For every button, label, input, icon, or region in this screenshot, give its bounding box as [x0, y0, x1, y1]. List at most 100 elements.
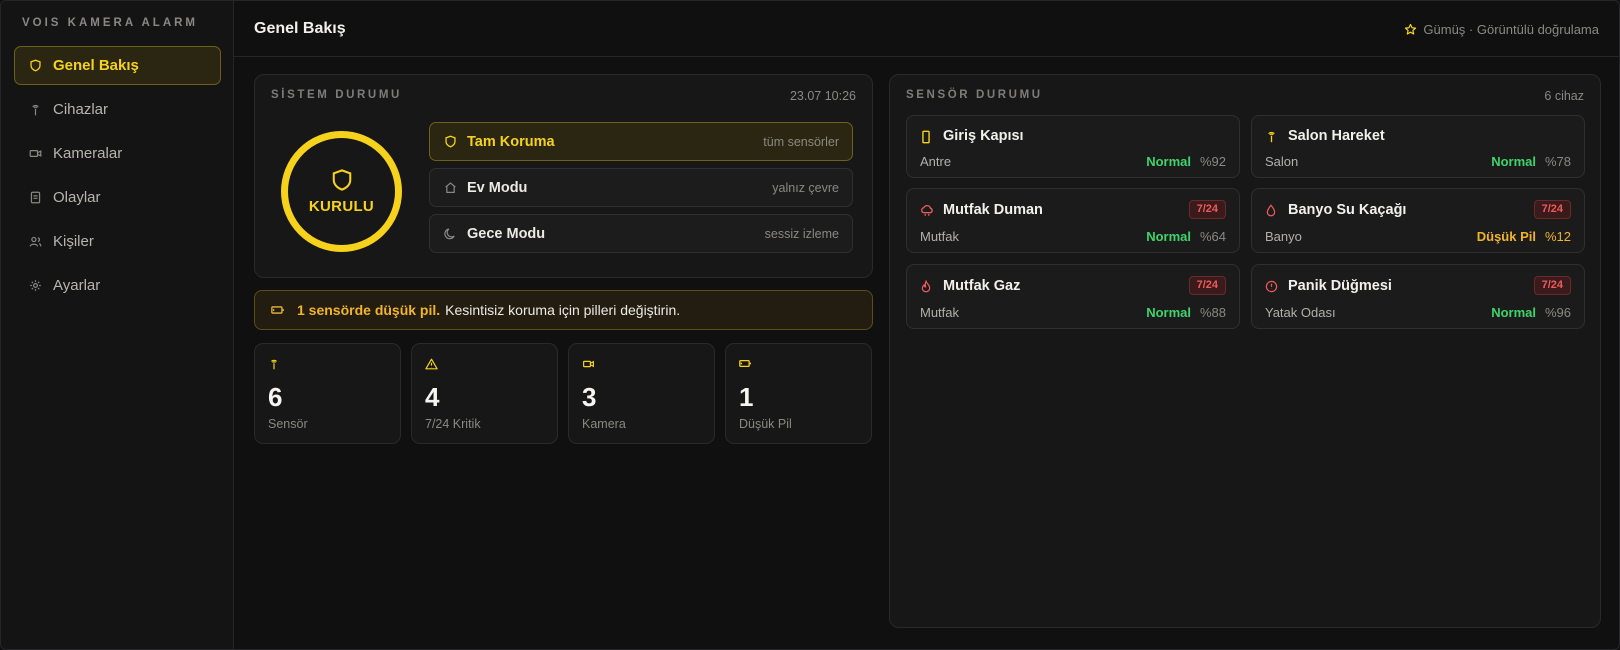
- critical-badge: 7/24: [1533, 276, 1571, 295]
- sidebar-item-olaylar[interactable]: Olaylar: [14, 178, 221, 217]
- sensor-battery: %64: [1199, 229, 1226, 244]
- battery-icon: [739, 358, 752, 369]
- system-status-title: SİSTEM DURUMU: [271, 89, 402, 101]
- sidebar: VOIS KAMERA ALARM Genel Bakış Cihazlar K…: [1, 1, 234, 649]
- camera-icon: [28, 147, 42, 161]
- sidebar-item-genel-bakis[interactable]: Genel Bakış: [14, 46, 221, 85]
- users-icon: [28, 235, 42, 249]
- camera-icon: [582, 358, 595, 370]
- gear-icon: [28, 279, 42, 293]
- battery-icon: [271, 304, 285, 316]
- sensor-name: Panik Düğmesi: [1288, 278, 1392, 294]
- system-status-panel: SİSTEM DURUMU 23.07 10:26 KURULU Tam Kor…: [254, 74, 873, 278]
- stat-value: 4: [425, 382, 440, 412]
- antenna-icon: [268, 358, 280, 370]
- sensor-name: Salon Hareket: [1288, 128, 1385, 144]
- door-icon: [920, 130, 932, 144]
- sensor-status: Normal: [1491, 154, 1536, 169]
- droplet-icon: [1265, 204, 1277, 217]
- stat-label: Kamera: [582, 417, 626, 431]
- sensor-status-panel: SENSÖR DURUMU 6 cihaz Giriş Kapısı Antre…: [889, 74, 1601, 628]
- shield-icon: [443, 135, 457, 148]
- sensor-location: Antre: [920, 154, 952, 169]
- sidebar-nav: Genel Bakış Cihazlar Kameralar Olaylar K…: [14, 46, 221, 310]
- mode-name: Ev Modu: [467, 179, 528, 196]
- sensor-location: Mutfak: [920, 229, 960, 244]
- sensor-card-mutfak-duman[interactable]: Mutfak Duman 7/24 Mutfak Normal %64: [906, 188, 1240, 253]
- top-header: Genel Bakış Gümüş · Görüntülü doğrulama: [234, 1, 1619, 57]
- stat-card-sensor: 6 Sensör: [254, 343, 401, 444]
- stat-label: Sensör: [268, 417, 308, 431]
- arm-state-indicator[interactable]: KURULU: [281, 131, 402, 252]
- sensor-name: Mutfak Gaz: [943, 278, 1021, 294]
- page-title: Genel Bakış: [254, 20, 346, 37]
- shield-icon: [28, 59, 42, 73]
- critical-badge: 7/24: [1188, 276, 1226, 295]
- stat-label: Düşük Pil: [739, 417, 792, 431]
- mode-tam-koruma[interactable]: Tam Koruma tüm sensörler: [429, 122, 853, 161]
- low-battery-alert: 1 sensörde düşük pil. Kesintisiz koruma …: [254, 290, 873, 330]
- sensor-name: Giriş Kapısı: [943, 128, 1024, 144]
- sidebar-item-ayarlar[interactable]: Ayarlar: [14, 266, 221, 305]
- mode-gece-modu[interactable]: Gece Modu sessiz izleme: [429, 214, 853, 253]
- star-icon: [1404, 23, 1417, 36]
- sidebar-item-label: Kişiler: [53, 233, 94, 250]
- stat-value: 6: [268, 382, 283, 412]
- mode-name: Gece Modu: [467, 225, 546, 242]
- antenna-icon: [1265, 130, 1278, 143]
- sensor-card-mutfak-gaz[interactable]: Mutfak Gaz 7/24 Mutfak Normal %88: [906, 264, 1240, 329]
- sidebar-item-label: Cihazlar: [53, 101, 109, 118]
- sensor-count: 6 cihaz: [1544, 89, 1584, 103]
- mode-name: Tam Koruma: [467, 133, 555, 150]
- sensor-name: Banyo Su Kaçağı: [1288, 202, 1407, 218]
- app-window: VOIS KAMERA ALARM Genel Bakış Cihazlar K…: [0, 0, 1620, 650]
- mode-hint: yalnız çevre: [772, 180, 839, 195]
- home-icon: [443, 181, 457, 194]
- stat-card-dusuk-pil: 1 Düşük Pil: [725, 343, 872, 444]
- sensor-location: Salon: [1265, 154, 1299, 169]
- sensor-card-panik-dugmesi[interactable]: Panik Düğmesi 7/24 Yatak Odası Normal %9…: [1251, 264, 1585, 329]
- sidebar-item-label: Olaylar: [53, 189, 101, 206]
- stat-value: 1: [739, 382, 754, 412]
- plan-tier: Gümüş · Görüntülü doğrulama: [1404, 22, 1599, 37]
- sensor-status: Normal: [1491, 305, 1536, 320]
- sensor-status: Normal: [1146, 154, 1191, 169]
- sidebar-item-label: Kameralar: [53, 145, 123, 162]
- sidebar-item-kisiler[interactable]: Kişiler: [14, 222, 221, 261]
- shield-icon: [331, 168, 353, 192]
- system-status-time: 23.07 10:26: [789, 89, 856, 103]
- sensor-battery: %96: [1544, 305, 1571, 320]
- alert-strong-text: 1 sensörde düşük pil.: [297, 302, 441, 318]
- sidebar-item-kameralar[interactable]: Kameralar: [14, 134, 221, 173]
- stat-label: 7/24 Kritik: [425, 417, 481, 431]
- sensor-battery: %78: [1544, 154, 1571, 169]
- sensor-status: Düşük Pil: [1476, 229, 1536, 244]
- sensor-location: Mutfak: [920, 305, 960, 320]
- sensor-card-giris-kapisi[interactable]: Giriş Kapısı Antre Normal %92: [906, 115, 1240, 178]
- alert-circle-icon: [1265, 280, 1278, 293]
- warning-icon: [425, 358, 438, 370]
- sensor-battery: %12: [1544, 229, 1571, 244]
- sensor-card-banyo-su-kacagi[interactable]: Banyo Su Kaçağı 7/24 Banyo Düşük Pil %12: [1251, 188, 1585, 253]
- sidebar-item-cihazlar[interactable]: Cihazlar: [14, 90, 221, 129]
- critical-badge: 7/24: [1188, 200, 1226, 219]
- mode-ev-modu[interactable]: Ev Modu yalnız çevre: [429, 168, 853, 207]
- sensor-battery: %92: [1199, 154, 1226, 169]
- stat-card-kamera: 3 Kamera: [568, 343, 715, 444]
- antenna-icon: [28, 103, 42, 117]
- sensor-status: Normal: [1146, 305, 1191, 320]
- moon-icon: [443, 227, 457, 240]
- sidebar-item-label: Ayarlar: [53, 277, 101, 294]
- sensor-name: Mutfak Duman: [943, 202, 1043, 218]
- sensor-card-salon-hareket[interactable]: Salon Hareket Salon Normal %78: [1251, 115, 1585, 178]
- sensor-location: Banyo: [1265, 229, 1302, 244]
- sensor-status: Normal: [1146, 229, 1191, 244]
- mode-hint: tüm sensörler: [763, 134, 839, 149]
- cloud-icon: [920, 204, 934, 217]
- stat-value: 3: [582, 382, 597, 412]
- stat-card-kritik: 4 7/24 Kritik: [411, 343, 558, 444]
- document-icon: [28, 191, 42, 205]
- sensor-battery: %88: [1199, 305, 1226, 320]
- critical-badge: 7/24: [1533, 200, 1571, 219]
- sensor-location: Yatak Odası: [1265, 305, 1336, 320]
